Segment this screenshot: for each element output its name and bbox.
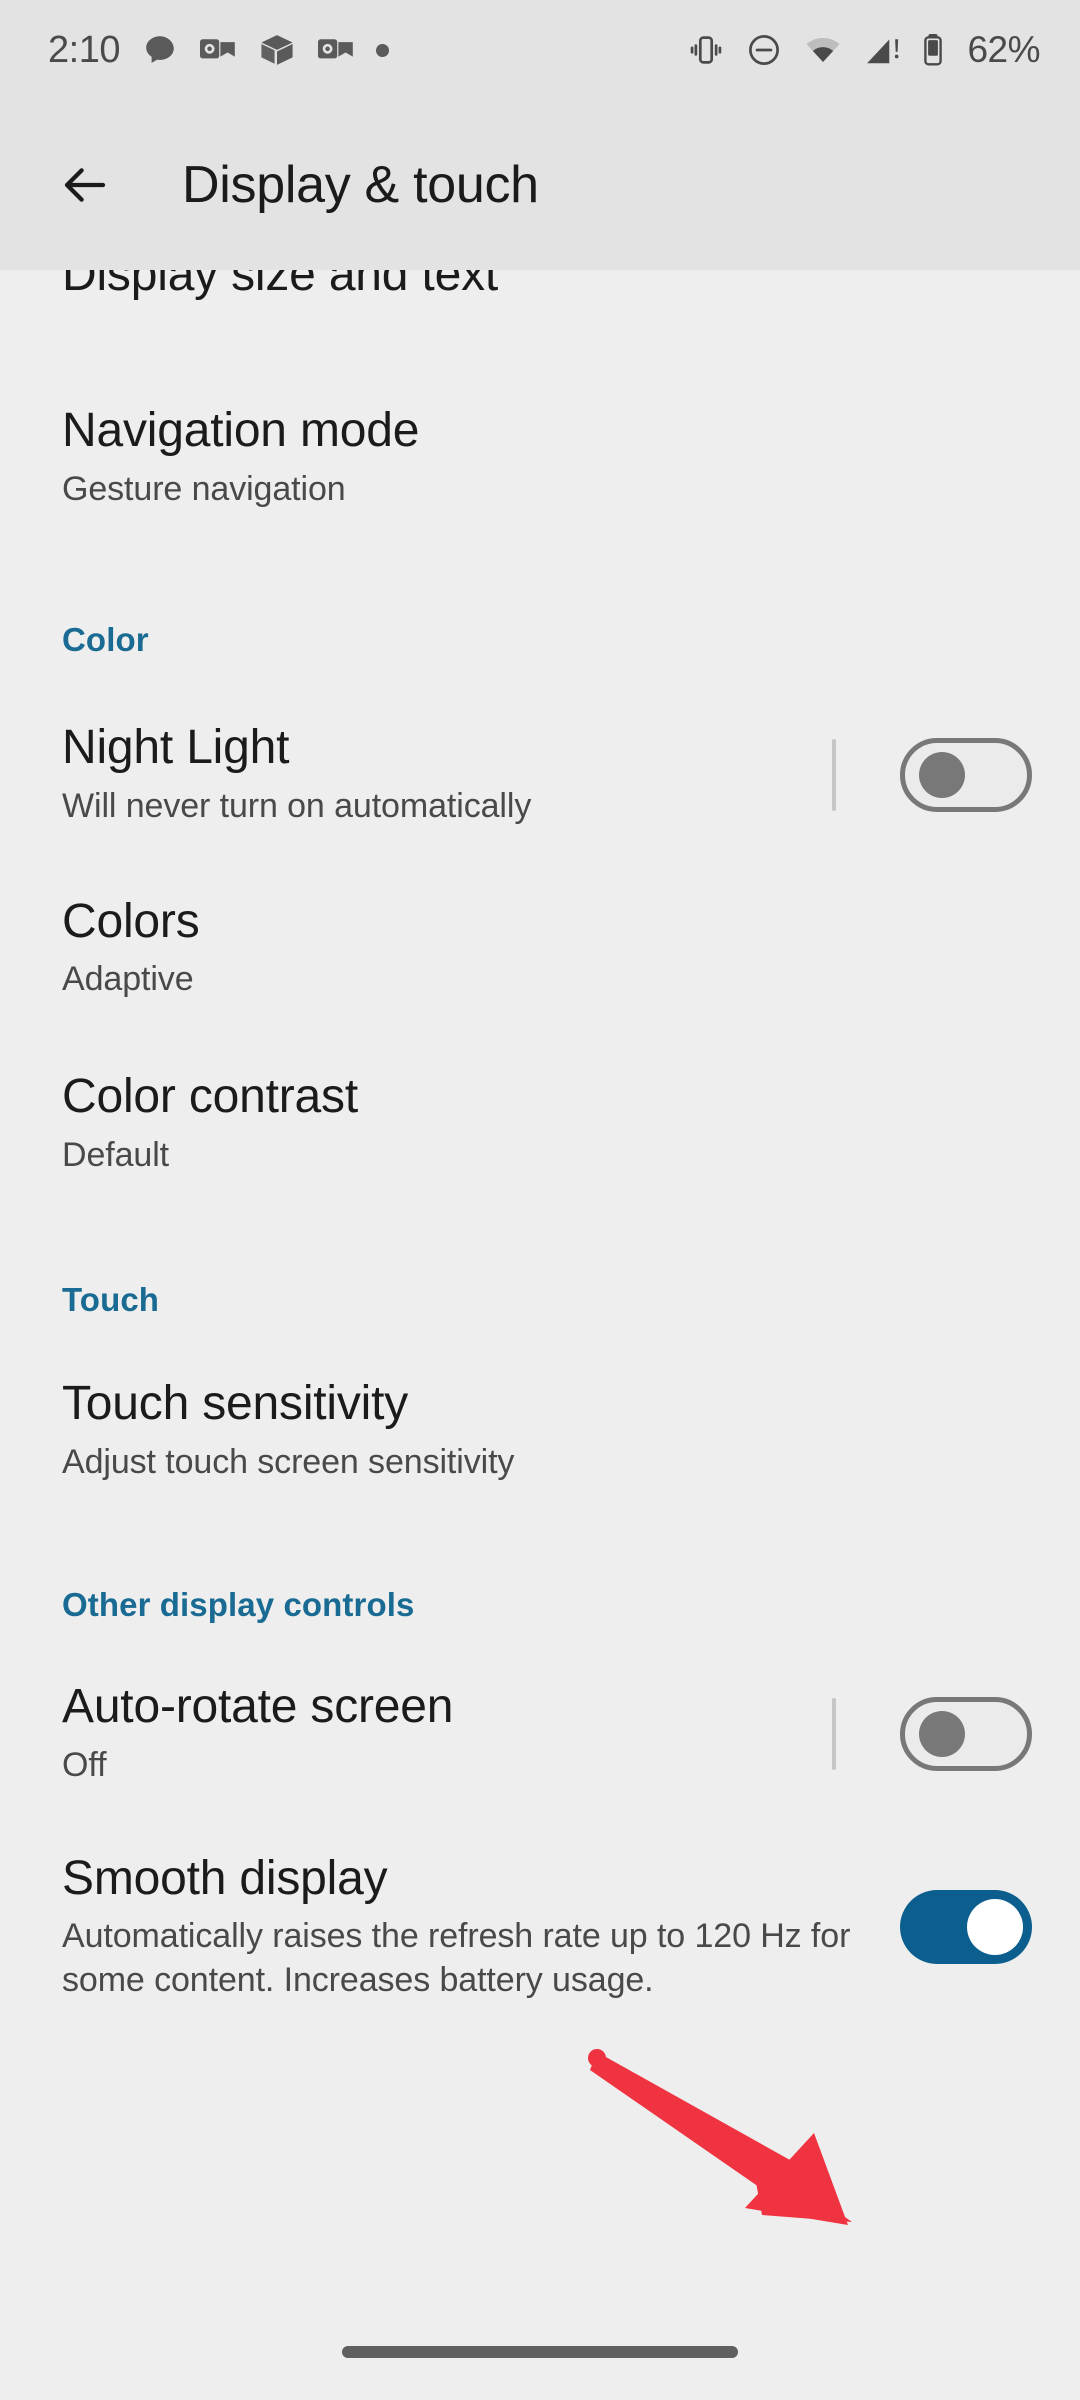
toggle-area: [832, 737, 1032, 812]
vibrate-icon: [691, 36, 722, 64]
list-item-smooth-display[interactable]: Smooth display Automatically raises the …: [0, 1852, 1080, 2003]
battery-percent-label: 62%: [967, 29, 1040, 70]
settings-list[interactable]: Display size and text Navigation mode Ge…: [0, 270, 1080, 2400]
list-item-title: Touch sensitivity: [62, 1377, 409, 1431]
battery-icon: [924, 34, 943, 66]
list-item-subtitle: Gesture navigation: [62, 469, 346, 508]
package-box-icon: [261, 35, 293, 65]
section-header-touch: Touch: [62, 1281, 160, 1319]
wifi-icon: [806, 37, 840, 63]
status-bar: 2:10 62%: [0, 0, 1080, 100]
dot-icon: [375, 43, 389, 57]
list-item-title: Smooth display: [62, 1851, 388, 1905]
smooth-display-toggle[interactable]: [900, 1889, 1032, 1964]
list-item-subtitle: Will never turn on automatically: [62, 787, 532, 826]
home-gesture-pill[interactable]: [342, 2346, 738, 2358]
toggle-divider: [832, 738, 836, 811]
list-item-texts: Colors Adaptive: [62, 895, 1032, 1002]
toggle-knob: [919, 751, 965, 798]
section-header-other-display-controls: Other display controls: [62, 1586, 415, 1624]
back-button[interactable]: [48, 148, 122, 222]
list-item-color-contrast[interactable]: Color contrast Default: [0, 1070, 1080, 1177]
back-arrow-icon: [64, 168, 106, 202]
list-item-subtitle: Off: [62, 1746, 107, 1785]
page-title: Display & touch: [182, 156, 539, 214]
cellular-signal-warning-icon: [867, 39, 899, 64]
list-item-navigation-mode[interactable]: Navigation mode Gesture navigation: [0, 404, 1080, 511]
list-item-subtitle: Default: [62, 1135, 170, 1174]
list-item-title: Color contrast: [62, 1069, 358, 1123]
status-bar-left: 2:10: [48, 31, 687, 69]
toggle-area: [832, 1696, 1032, 1771]
list-item-texts: Night Light Will never turn on automatic…: [62, 721, 808, 828]
list-item-title: Display size and text: [62, 270, 499, 301]
list-item-texts: Touch sensitivity Adjust touch screen se…: [62, 1377, 1032, 1484]
list-item-subtitle: Adaptive: [62, 960, 194, 999]
list-item-night-light[interactable]: Night Light Will never turn on automatic…: [0, 721, 1080, 828]
status-bar-clock: 2:10: [48, 29, 120, 71]
do-not-disturb-icon: [749, 35, 780, 65]
navigation-bar: [0, 2304, 1080, 2400]
list-item-texts: Color contrast Default: [62, 1070, 1032, 1177]
toggle-divider: [832, 1697, 836, 1770]
toggle-area: [900, 1889, 1032, 1964]
toggle-knob: [919, 1710, 965, 1757]
list-item-title: Navigation mode: [62, 404, 420, 457]
list-item-display-size-and-text[interactable]: Display size and text: [0, 270, 1080, 302]
list-item-colors[interactable]: Colors Adaptive: [0, 895, 1080, 1002]
status-bar-right: 62%: [687, 29, 1040, 71]
list-item-texts: Navigation mode Gesture navigation: [62, 404, 1032, 511]
toggle-knob: [967, 1898, 1023, 1955]
list-item-title: Night Light: [62, 721, 290, 775]
phone-screen: 2:10 62% Display & touch Display size an…: [0, 0, 1080, 2400]
list-item-auto-rotate-screen[interactable]: Auto-rotate screen Off: [0, 1680, 1080, 1787]
list-item-texts: Smooth display Automatically raises the …: [62, 1852, 876, 2003]
chat-bubble-icon: [146, 36, 174, 63]
outlook-icon: [317, 39, 353, 59]
list-item-touch-sensitivity[interactable]: Touch sensitivity Adjust touch screen se…: [0, 1377, 1080, 1484]
section-header-color: Color: [62, 621, 149, 659]
app-bar: Display & touch: [0, 100, 1080, 270]
list-item-texts: Auto-rotate screen Off: [62, 1680, 808, 1787]
list-item-subtitle: Automatically raises the refresh rate up…: [62, 1917, 851, 1999]
list-item-title: Auto-rotate screen: [62, 1680, 454, 1734]
list-item-title: Colors: [62, 894, 200, 948]
night-light-toggle[interactable]: [900, 737, 1032, 812]
auto-rotate-screen-toggle[interactable]: [900, 1696, 1032, 1771]
list-item-subtitle: Adjust touch screen sensitivity: [62, 1442, 515, 1481]
outlook-icon: [199, 39, 235, 59]
